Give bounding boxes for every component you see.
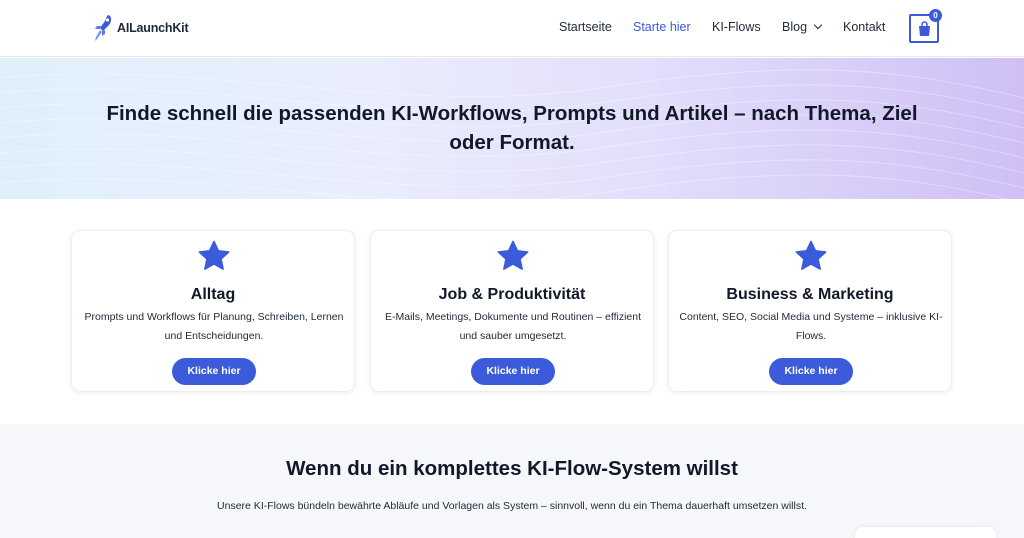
cart-count-badge: 0 [929,9,942,22]
card-description: Prompts und Workflows für Planung, Schre… [84,311,344,342]
card-cta-button[interactable]: Klicke hier [172,358,256,385]
shopping-bag-icon [919,21,930,36]
cart-button[interactable]: 0 [909,9,942,43]
nav-item-ki-flows[interactable]: KI-Flows [712,20,761,34]
section-description: Unsere KI-Flows bündeln bewährte Abläufe… [217,500,807,512]
card-title: Business & Marketing [726,286,894,303]
ki-flow-system-section: Wenn du ein komplettes KI-Flow-System wi… [0,424,1024,538]
card-description: Content, SEO, Social Media und Systeme –… [679,311,943,342]
hero-title: Finde schnell die passenden KI-Workflows… [106,102,918,154]
main-nav: Startseite Starte hier KI-Flows Blog Kon… [0,20,1024,38]
star-icon [497,240,529,270]
chevron-down-icon [813,20,823,30]
star-icon [198,240,230,270]
card-cta-button[interactable]: Klicke hier [471,358,555,385]
nav-item-starte-hier[interactable]: Starte hier [633,20,691,34]
hero-section: Finde schnell die passenden KI-Workflows… [0,58,1024,199]
partial-card [855,527,996,538]
nav-item-blog[interactable]: Blog [782,20,823,34]
category-card-business: Business & Marketing Content, SEO, Socia… [668,230,952,392]
card-cta-button[interactable]: Klicke hier [769,358,853,385]
site-header: AILaunchKit Startseite Starte hier KI-Fl… [0,0,1024,57]
category-card-job: Job & Produktivität E-Mails, Meetings, D… [370,230,654,392]
section-title: Wenn du ein komplettes KI-Flow-System wi… [286,457,738,480]
nav-item-kontakt[interactable]: Kontakt [843,20,885,34]
nav-item-blog-label: Blog [782,20,808,34]
card-title: Alltag [190,286,236,303]
card-title: Job & Produktivität [438,286,586,303]
star-icon [795,240,827,270]
category-cards-section: Alltag Prompts und Workflows für Planung… [0,199,1024,424]
nav-item-startseite[interactable]: Startseite [559,20,612,34]
card-description: E-Mails, Meetings, Dokumente und Routine… [384,311,642,342]
category-card-alltag: Alltag Prompts und Workflows für Planung… [71,230,355,392]
